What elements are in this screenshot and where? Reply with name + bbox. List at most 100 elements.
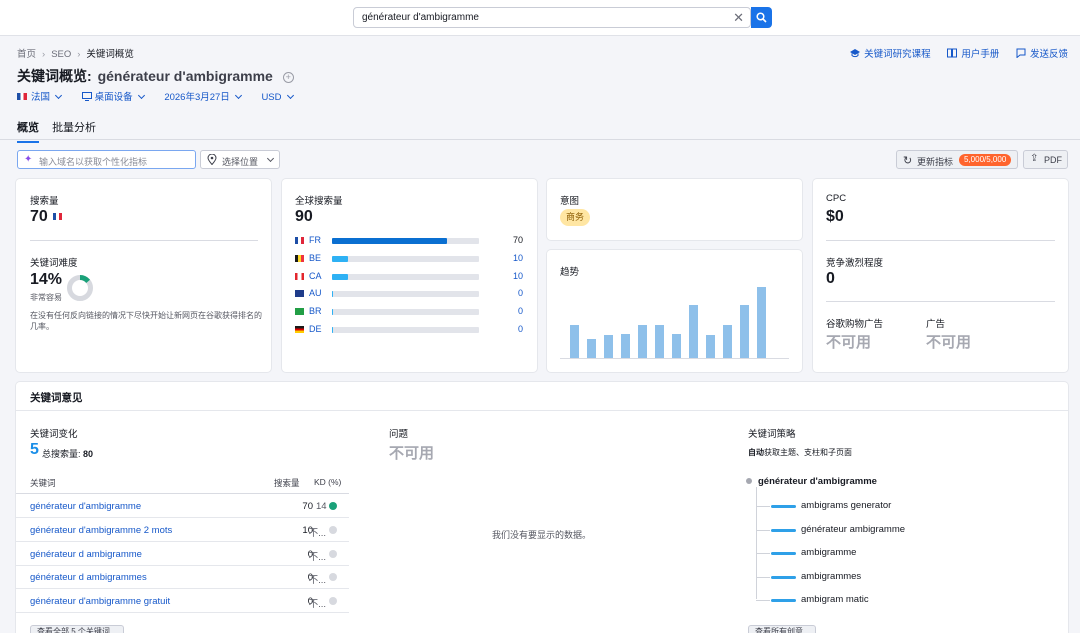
- country-code[interactable]: DE: [309, 324, 322, 334]
- keyword-volume: 70: [302, 501, 313, 512]
- search-icon: [756, 12, 767, 23]
- add-icon[interactable]: +: [282, 72, 294, 83]
- view-all-keywords-button[interactable]: 查看全部 5 个关键词: [30, 625, 124, 633]
- trend-bar[interactable]: [638, 325, 647, 358]
- trend-bar[interactable]: [706, 335, 715, 358]
- competition-value: 0: [826, 270, 835, 287]
- volume-value: 70: [30, 208, 62, 226]
- kd-donut: [67, 275, 93, 301]
- trend-bar[interactable]: [723, 325, 732, 358]
- country-filter[interactable]: 法国: [17, 89, 63, 103]
- table-row: générateur d ambigramme 0 不...: [16, 542, 349, 566]
- volume-label: 搜索量: [30, 196, 59, 207]
- country-code[interactable]: BR: [309, 306, 322, 316]
- tree-connector: [756, 506, 770, 507]
- kd-value: 14%: [30, 271, 63, 288]
- keyword-kd: 不...: [308, 527, 326, 539]
- keyword-kd: 不...: [308, 551, 326, 563]
- trend-bar[interactable]: [655, 325, 664, 358]
- volume-bar-fill: [332, 327, 334, 333]
- variations-count[interactable]: 5: [30, 441, 39, 459]
- upload-icon: ⇪: [1030, 153, 1039, 164]
- tree-child[interactable]: ambigrams generator: [801, 500, 891, 511]
- feedback-link[interactable]: 发送反馈: [1016, 46, 1068, 60]
- col-kd[interactable]: KD (%): [314, 477, 341, 487]
- close-icon[interactable]: ✕: [733, 10, 744, 26]
- top-bar: générateur d'ambigramme ✕: [0, 0, 1080, 36]
- volume-bar: [332, 238, 479, 244]
- tree-child[interactable]: ambigramme: [801, 547, 856, 558]
- trend-bar[interactable]: [689, 305, 698, 358]
- update-metrics-button[interactable]: ↻ 更新指标 5,000/5,000: [896, 150, 1018, 169]
- volume-bar-fill: [332, 291, 334, 298]
- chevron-down-icon: [266, 154, 275, 163]
- device-filter[interactable]: 桌面设备: [81, 89, 145, 103]
- table-row: générateur d ambigrammes 0 不...: [16, 565, 349, 590]
- search-query: générateur d'ambigramme: [362, 12, 479, 23]
- chevron-down-icon: [286, 91, 294, 100]
- date-filter[interactable]: 2026年3月27日: [164, 89, 242, 103]
- breadcrumb-seo[interactable]: SEO: [51, 49, 71, 60]
- shopping-ads-value: 不可用: [826, 334, 872, 351]
- keyword-link[interactable]: générateur d'ambigramme 2 mots: [30, 525, 172, 536]
- tree-child[interactable]: ambigrammes: [801, 571, 861, 582]
- card-divider: [30, 240, 258, 241]
- trend-bar[interactable]: [757, 287, 766, 358]
- flag-de-icon: [295, 326, 304, 333]
- flag-au-icon: [295, 290, 304, 298]
- tree-volume-bar: [771, 505, 796, 508]
- country-row-de: DE 0: [295, 324, 527, 336]
- keyword-link[interactable]: générateur d ambigrammes: [30, 572, 147, 583]
- tree-root[interactable]: générateur d'ambigramme: [758, 476, 877, 487]
- country-code[interactable]: AU: [309, 288, 322, 298]
- tree-connector: [756, 600, 770, 602]
- domain-input[interactable]: ✦ 输入域名以获取个性化指标: [17, 150, 196, 169]
- country-row-br: BR 0: [295, 306, 527, 318]
- keyword-link[interactable]: générateur d ambigramme: [30, 549, 142, 560]
- trend-bar[interactable]: [587, 339, 596, 358]
- export-pdf-button[interactable]: ⇪ PDF: [1023, 150, 1068, 169]
- breadcrumb-home[interactable]: 首页: [17, 46, 36, 60]
- domain-placeholder: 输入域名以获取个性化指标: [39, 157, 148, 167]
- breadcrumb: 首页 › SEO › 关键词概览: [17, 46, 134, 60]
- view-all-ideas-button[interactable]: 查看所有创意: [748, 625, 816, 633]
- kd-dot-icon: [329, 597, 337, 606]
- currency-filter[interactable]: USD: [261, 91, 294, 103]
- country-row-fr: FR 70: [295, 235, 527, 247]
- tab-bulk-analysis[interactable]: 批量分析: [52, 119, 96, 141]
- france-flag-icon: [17, 93, 27, 100]
- search-button[interactable]: [751, 7, 772, 28]
- cpc-value: $0: [826, 208, 844, 225]
- header-links: 关键词研究课程 用户手册 发送反馈: [836, 46, 1068, 60]
- sparkle-icon: ✦: [24, 154, 33, 165]
- tree-child[interactable]: ambigram matic: [801, 594, 869, 605]
- country-code[interactable]: FR: [309, 235, 321, 245]
- kd-dot-icon: [329, 549, 337, 558]
- tree-volume-bar: [771, 528, 796, 532]
- filters: 法国 桌面设备 2026年3月27日 USD: [17, 89, 311, 103]
- trend-bar[interactable]: [604, 335, 613, 358]
- tree-child[interactable]: générateur ambigramme: [801, 524, 905, 535]
- table-row: générateur d'ambigramme gratuit 0 不...: [16, 589, 349, 614]
- tree-volume-bar: [771, 575, 796, 579]
- tree-connector: [756, 553, 770, 555]
- keyword-link[interactable]: générateur d'ambigramme gratuit: [30, 596, 170, 607]
- trend-bar[interactable]: [740, 305, 749, 358]
- tree-volume-bar: [771, 552, 796, 556]
- kd-dot-icon: [329, 573, 337, 582]
- country-code[interactable]: CA: [309, 271, 322, 281]
- location-select[interactable]: 选择位置: [200, 150, 280, 169]
- trend-bar[interactable]: [570, 325, 579, 358]
- country-code[interactable]: BE: [309, 253, 321, 263]
- search-input[interactable]: générateur d'ambigramme ✕: [353, 7, 751, 28]
- col-volume[interactable]: 搜索量: [274, 477, 300, 489]
- trend-bar[interactable]: [672, 334, 681, 358]
- global-volume-value: 90: [295, 208, 313, 225]
- keyword-link[interactable]: générateur d'ambigramme: [30, 501, 141, 512]
- manual-link[interactable]: 用户手册: [947, 46, 999, 60]
- table-row: générateur d'ambigramme 70 14: [16, 494, 349, 518]
- course-link[interactable]: 关键词研究课程: [850, 46, 931, 60]
- trend-bar[interactable]: [621, 334, 630, 358]
- flag-ca-icon: [295, 272, 304, 280]
- section-divider: [16, 410, 1068, 411]
